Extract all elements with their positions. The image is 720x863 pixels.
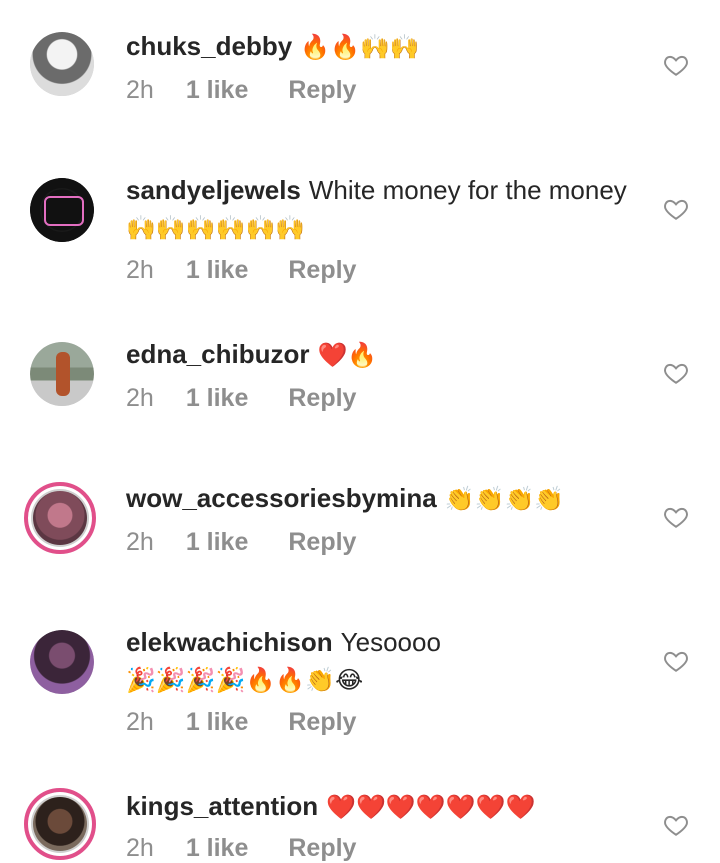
avatar[interactable] [24, 482, 96, 554]
comment-text: elekwachichison Yesoooo 🎉🎉🎉🎉🔥🔥👏😂 [126, 624, 646, 699]
comment-text: sandyeljewels White money for the money 🙌… [126, 172, 646, 247]
comment-meta: 2h 1 like Reply [126, 76, 356, 105]
avatar[interactable] [30, 342, 94, 406]
comment-emoji: 🎉🎉🎉🎉🔥🔥👏😂 [126, 666, 364, 694]
reply-button[interactable]: Reply [288, 256, 356, 284]
comment-time: 2h [126, 834, 154, 862]
comment-time: 2h [126, 708, 154, 736]
comment-username[interactable]: chuks_debby [126, 31, 292, 61]
reply-button[interactable]: Reply [288, 76, 356, 104]
comment-time: 2h [126, 384, 154, 412]
avatar[interactable] [30, 32, 94, 96]
comment-emoji: ❤️🔥 [317, 341, 378, 369]
comment-emoji: ❤️❤️❤️❤️❤️❤️❤️ [326, 793, 536, 821]
comment-time: 2h [126, 76, 154, 104]
comment-text: wow_accessoriesbymina 👏👏👏👏 [126, 480, 646, 518]
heart-icon[interactable] [663, 52, 689, 78]
comment-likes[interactable]: 1 like [186, 708, 249, 736]
comment-meta: 2h 1 like Reply [126, 528, 356, 557]
comment-meta: 2h 1 like Reply [126, 708, 356, 737]
heart-icon[interactable] [663, 648, 689, 674]
comment-likes[interactable]: 1 like [186, 76, 249, 104]
heart-icon[interactable] [663, 196, 689, 222]
comment-emoji: 👏👏👏👏 [444, 485, 565, 513]
comment-likes[interactable]: 1 like [186, 384, 249, 412]
comment-likes[interactable]: 1 like [186, 834, 249, 862]
comment-meta: 2h 1 like Reply [126, 384, 356, 413]
heart-icon[interactable] [663, 360, 689, 386]
heart-icon[interactable] [663, 504, 689, 530]
reply-button[interactable]: Reply [288, 384, 356, 412]
comment-time: 2h [126, 528, 154, 556]
comment-likes[interactable]: 1 like [186, 528, 249, 556]
comment-username[interactable]: sandyeljewels [126, 175, 301, 205]
avatar[interactable] [30, 178, 94, 242]
comment-text: edna_chibuzor ❤️🔥 [126, 336, 646, 374]
comment-text: chuks_debby 🔥🔥🙌🙌 [126, 28, 646, 66]
reply-button[interactable]: Reply [288, 708, 356, 736]
comment-username[interactable]: edna_chibuzor [126, 339, 309, 369]
comment-meta: 2h 1 like Reply [126, 834, 356, 863]
comment-username[interactable]: wow_accessoriesbymina [126, 483, 437, 513]
heart-icon[interactable] [663, 812, 689, 838]
comment-body: White money for the money [308, 175, 627, 205]
reply-button[interactable]: Reply [288, 834, 356, 862]
comment-likes[interactable]: 1 like [186, 256, 249, 284]
comment-emoji: 🔥🔥🙌🙌 [300, 33, 420, 61]
comment-body: Yesoooo [340, 627, 441, 657]
avatar[interactable] [24, 788, 96, 860]
comment-meta: 2h 1 like Reply [126, 256, 356, 285]
comment-time: 2h [126, 256, 154, 284]
comment-emoji: 🙌🙌🙌🙌🙌🙌 [126, 214, 306, 242]
comment-username[interactable]: kings_attention [126, 791, 318, 821]
reply-button[interactable]: Reply [288, 528, 356, 556]
comment-username[interactable]: elekwachichison [126, 627, 333, 657]
avatar[interactable] [30, 630, 94, 694]
comment-text: kings_attention ❤️❤️❤️❤️❤️❤️❤️ [126, 788, 646, 826]
